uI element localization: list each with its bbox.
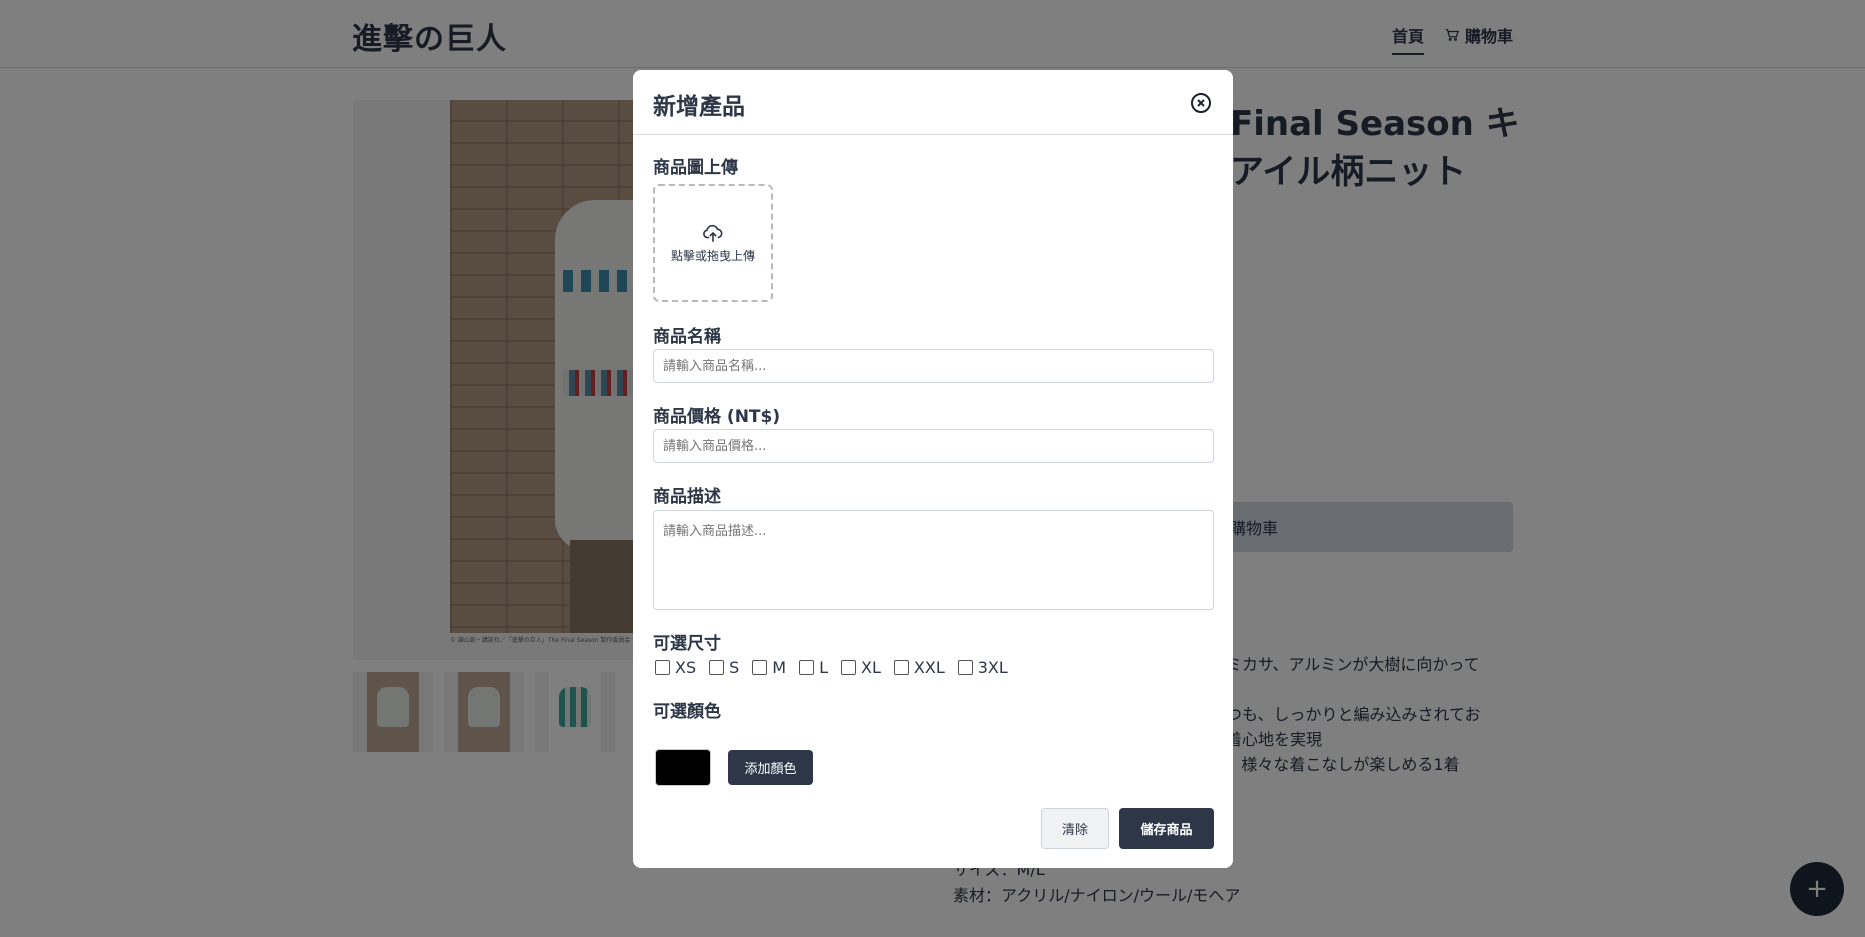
size-checkbox[interactable] <box>752 660 768 675</box>
size-option-label: XXL <box>913 658 945 677</box>
size-option-label: L <box>819 658 829 677</box>
size-option-label: M <box>772 658 787 677</box>
size-checkbox[interactable] <box>957 660 973 675</box>
size-option-xl[interactable]: XL <box>841 658 881 677</box>
product-description-label: 商品描述 <box>653 487 721 507</box>
size-option-label: XL <box>861 658 881 677</box>
modal-header: 新增產品 <box>633 70 1233 135</box>
save-product-button[interactable]: 儲存商品 <box>1119 808 1214 849</box>
size-option-label: 3XL <box>977 658 1008 677</box>
size-option-label: S <box>729 658 740 677</box>
size-checkbox[interactable] <box>655 660 670 675</box>
add-color-button[interactable]: 添加顏色 <box>728 750 813 785</box>
size-option-label: XS <box>675 658 697 677</box>
size-option-xxl[interactable]: XXL <box>893 658 945 677</box>
modal-title: 新增產品 <box>653 94 745 120</box>
color-picker-swatch[interactable] <box>655 749 711 786</box>
size-checkbox[interactable] <box>841 660 857 675</box>
cloud-upload-icon <box>703 224 723 242</box>
product-name-label: 商品名稱 <box>653 327 721 347</box>
product-price-label: 商品價格 (NT$) <box>653 407 781 427</box>
size-options: XS S M L XL XXL 3XL <box>655 658 1021 677</box>
upload-hint: 點擊或拖曳上傳 <box>670 248 755 263</box>
size-option-l[interactable]: L <box>799 658 828 677</box>
close-icon[interactable] <box>1189 91 1213 115</box>
add-product-modal: 新增產品 商品圖上傳 點擊或拖曳上傳 商品名稱 商品價格 (NT$) 商品描述 … <box>633 70 1233 868</box>
size-option-3xl[interactable]: 3XL <box>957 658 1008 677</box>
size-option-m[interactable]: M <box>752 658 786 677</box>
sizes-label: 可選尺寸 <box>653 634 721 654</box>
size-option-s[interactable]: S <box>709 658 739 677</box>
image-upload-dropzone[interactable]: 點擊或拖曳上傳 <box>653 184 773 302</box>
product-price-input[interactable] <box>653 429 1214 463</box>
size-checkbox[interactable] <box>893 660 909 675</box>
size-checkbox[interactable] <box>799 660 815 675</box>
size-checkbox[interactable] <box>709 660 725 675</box>
size-option-xs[interactable]: XS <box>655 658 696 677</box>
product-name-input[interactable] <box>653 349 1214 383</box>
clear-button[interactable]: 清除 <box>1041 808 1109 849</box>
upload-label: 商品圖上傳 <box>653 158 738 178</box>
product-description-textarea[interactable] <box>653 510 1214 610</box>
colors-label: 可選顏色 <box>653 702 721 722</box>
